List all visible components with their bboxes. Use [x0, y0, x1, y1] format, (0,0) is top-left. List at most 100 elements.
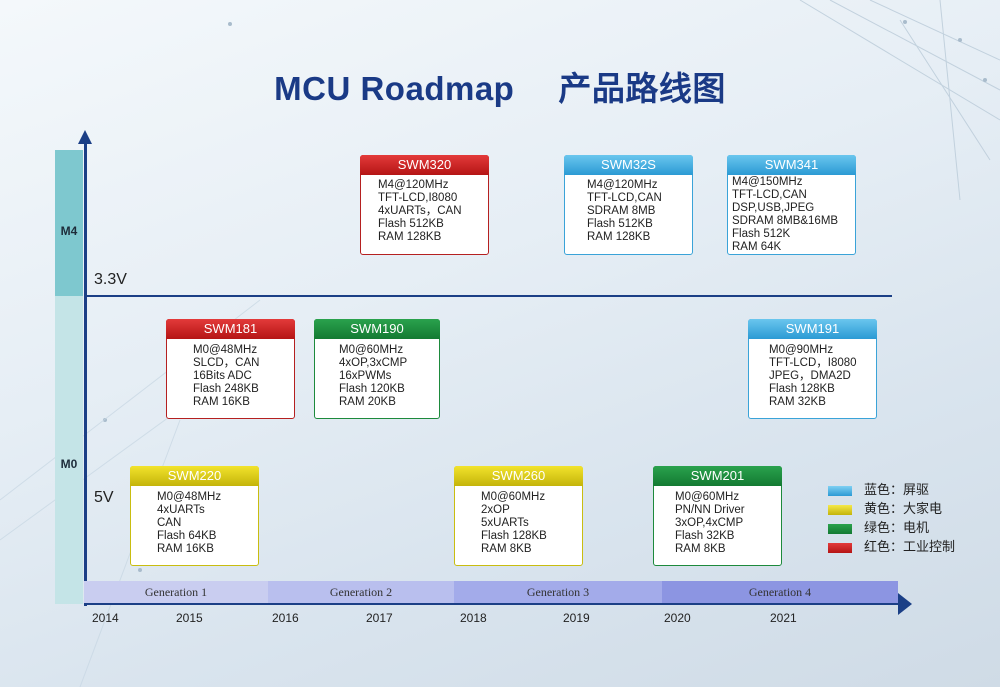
spec-line: 5xUARTs — [481, 517, 529, 529]
spec-line: RAM 64K — [732, 241, 782, 253]
y-axis — [84, 140, 87, 606]
product-name: SWM260 — [454, 466, 583, 486]
spec-line: RAM 128KB — [378, 231, 442, 243]
m4-band-label: M4 — [60, 224, 78, 238]
legend-label: 黄色：大家电 — [864, 501, 943, 516]
product-card-swm190[interactable]: SWM190 M0@60MHz 4xOP,3xCMP 16xPWMs Flash… — [314, 319, 440, 419]
product-card-swm181[interactable]: SWM181 M0@48MHz SLCD，CAN 16Bits ADC Flas… — [166, 319, 295, 419]
spec-line: TFT-LCD,CAN — [587, 192, 662, 204]
legend-item-yellow: 黄色：大家电 — [828, 498, 942, 516]
voltage-divider — [84, 295, 892, 297]
generation-2-segment: Generation 2 — [268, 581, 454, 603]
spec-line: 4xUARTs，CAN — [378, 205, 462, 217]
product-name: SWM201 — [653, 466, 782, 486]
product-card-swm32s[interactable]: SWM32S M4@120MHz TFT-LCD,CAN SDRAM 8MB F… — [564, 155, 693, 255]
spec-line: M4@150MHz — [732, 176, 803, 188]
title-chinese: 产品路线图 — [558, 70, 726, 107]
title-english: MCU Roadmap — [274, 70, 515, 107]
product-name: SWM191 — [748, 319, 877, 339]
spec-line: SLCD，CAN — [193, 357, 260, 369]
legend-item-red: 红色：工业控制 — [828, 536, 955, 554]
spec-line: M4@120MHz — [587, 179, 658, 191]
spec-line: RAM 32KB — [769, 396, 826, 408]
spec-line: M4@120MHz — [378, 179, 449, 191]
legend-swatch — [828, 485, 852, 496]
legend-item-blue: 蓝色：屏驱 — [828, 479, 929, 497]
product-name: SWM320 — [360, 155, 489, 175]
spec-line: SDRAM 8MB&16MB — [732, 215, 839, 227]
product-card-swm260[interactable]: SWM260 M0@60MHz 2xOP 5xUARTs Flash 128KB… — [454, 466, 583, 566]
spec-line: Flash 128KB — [481, 530, 547, 542]
spec-line: RAM 16KB — [193, 396, 250, 408]
product-name: SWM32S — [564, 155, 693, 175]
spec-line: JPEG，DMA2D — [769, 370, 851, 382]
legend-label: 红色：工业控制 — [864, 539, 956, 554]
m4-band — [55, 150, 83, 296]
spec-line: Flash 120KB — [339, 383, 405, 395]
spec-line: Flash 32KB — [675, 530, 735, 542]
m0-band — [55, 296, 83, 604]
spec-line: 3xOP,4xCMP — [675, 517, 744, 529]
product-card-swm320[interactable]: SWM320 M4@120MHz TFT-LCD,I8080 4xUARTs，C… — [360, 155, 489, 255]
spec-line: 16Bits ADC — [193, 370, 252, 382]
product-name: SWM220 — [130, 466, 259, 486]
voltage-3v3-label: 3.3V — [94, 271, 127, 288]
product-card-swm201[interactable]: SWM201 M0@60MHz PN/NN Driver 3xOP,4xCMP … — [653, 466, 782, 566]
legend-label: 绿色：电机 — [864, 520, 930, 535]
generation-3-segment: Generation 3 — [454, 581, 662, 603]
timeline-arrow — [898, 593, 912, 615]
spec-line: Flash 512KB — [587, 218, 653, 230]
spec-line: Flash 248KB — [193, 383, 259, 395]
spec-line: TFT-LCD,I8080 — [378, 192, 458, 204]
spec-line: Flash 512KB — [378, 218, 444, 230]
legend-item-green: 绿色：电机 — [828, 517, 929, 535]
product-card-swm341[interactable]: SWM341 M4@150MHz TFT-LCD,CAN DSP,USB,JPE… — [727, 155, 856, 255]
legend-swatch — [828, 504, 852, 515]
spec-line: RAM 8KB — [481, 543, 532, 555]
product-card-swm220[interactable]: SWM220 M0@48MHz 4xUARTs CAN Flash 64KB R… — [130, 466, 259, 566]
spec-line: RAM 128KB — [587, 231, 651, 243]
year-label: 2014 — [92, 611, 119, 625]
spec-line: 4xOP,3xCMP — [339, 357, 408, 369]
year-label: 2017 — [366, 611, 393, 625]
spec-line: TFT-LCD,CAN — [732, 189, 807, 201]
spec-line: PN/NN Driver — [675, 504, 745, 516]
product-name: SWM181 — [166, 319, 295, 339]
spec-line: M0@60MHz — [339, 344, 404, 356]
spec-line: DSP,USB,JPEG — [732, 202, 815, 214]
timeline-axis — [84, 603, 904, 605]
m0-band-label: M0 — [60, 457, 78, 471]
spec-line: 16xPWMs — [339, 370, 392, 382]
spec-line: M0@48MHz — [157, 491, 222, 503]
spec-line: 4xUARTs — [157, 504, 205, 516]
page-title: MCU Roadmap 产品路线图 — [0, 62, 1000, 110]
year-label: 2019 — [563, 611, 590, 625]
spec-line: Flash 128KB — [769, 383, 835, 395]
spec-line: SDRAM 8MB — [587, 205, 656, 217]
spec-line: M0@60MHz — [481, 491, 546, 503]
spec-line: M0@60MHz — [675, 491, 740, 503]
year-label: 2016 — [272, 611, 299, 625]
legend-swatch — [828, 542, 852, 553]
spec-line: M0@90MHz — [769, 344, 834, 356]
spec-line: Flash 512K — [732, 228, 791, 240]
voltage-5v-label: 5V — [94, 489, 114, 506]
spec-line: M0@48MHz — [193, 344, 258, 356]
spec-line: CAN — [157, 517, 182, 529]
spec-line: RAM 20KB — [339, 396, 396, 408]
product-name: SWM341 — [727, 155, 856, 175]
year-label: 2018 — [460, 611, 487, 625]
legend-swatch — [828, 523, 852, 534]
spec-line: Flash 64KB — [157, 530, 217, 542]
spec-line: TFT-LCD，I8080 — [769, 357, 857, 369]
product-card-swm191[interactable]: SWM191 M0@90MHz TFT-LCD，I8080 JPEG，DMA2D… — [748, 319, 877, 419]
legend-label: 蓝色：屏驱 — [864, 482, 930, 497]
spec-line: RAM 16KB — [157, 543, 214, 555]
spec-line: RAM 8KB — [675, 543, 726, 555]
year-label: 2015 — [176, 611, 203, 625]
generation-1-segment: Generation 1 — [84, 581, 268, 603]
year-label: 2020 — [664, 611, 691, 625]
year-label: 2021 — [770, 611, 797, 625]
generation-4-segment: Generation 4 — [662, 581, 898, 603]
product-name: SWM190 — [314, 319, 440, 339]
